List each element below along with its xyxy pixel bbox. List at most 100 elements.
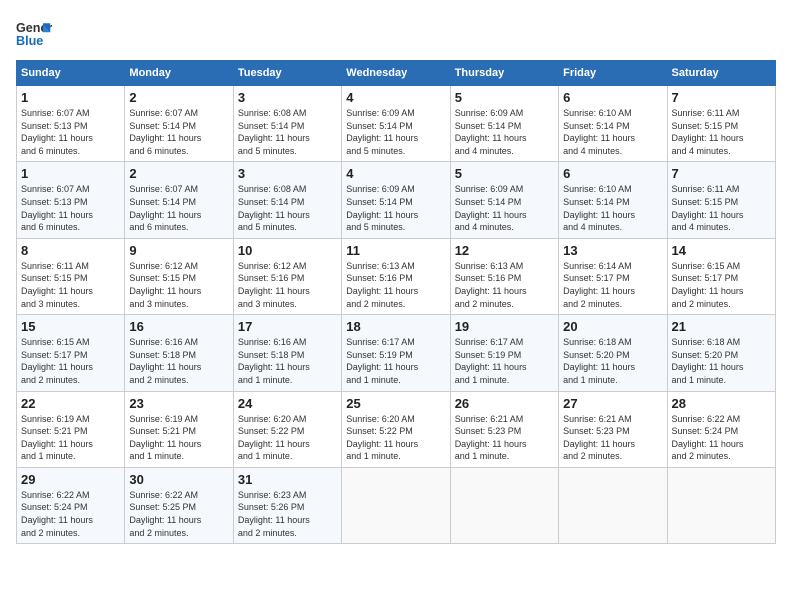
weekday-header-friday: Friday — [559, 61, 667, 86]
day-info: Sunrise: 6:07 AM Sunset: 5:14 PM Dayligh… — [129, 183, 228, 233]
calendar-week-row: 15 Sunrise: 6:15 AM Sunset: 5:17 PM Dayli… — [17, 315, 776, 391]
calendar-cell: 5 Sunrise: 6:09 AM Sunset: 5:14 PM Daylig… — [450, 162, 558, 238]
calendar-cell: 6Sunrise: 6:10 AM Sunset: 5:14 PM Daylig… — [559, 162, 667, 238]
day-info: Sunrise: 6:09 AM Sunset: 5:14 PM Dayligh… — [455, 183, 554, 233]
calendar-cell: 3 Sunrise: 6:08 AM Sunset: 5:14 PM Daylig… — [233, 86, 341, 162]
calendar-cell: 7 Sunrise: 6:11 AM Sunset: 5:15 PM Daylig… — [667, 86, 775, 162]
day-number: 4 — [346, 90, 445, 105]
calendar-cell — [342, 467, 450, 543]
calendar-cell: 5Sunrise: 6:09 AM Sunset: 5:14 PM Daylig… — [450, 86, 558, 162]
calendar-cell — [667, 467, 775, 543]
day-info: Sunrise: 6:08 AM Sunset: 5:14 PM Dayligh… — [238, 183, 337, 233]
day-info: Sunrise: 6:16 AM Sunset: 5:18 PM Dayligh… — [129, 336, 228, 386]
day-number: 1 — [21, 90, 120, 105]
calendar-week-row: 22Sunrise: 6:19 AM Sunset: 5:21 PM Dayli… — [17, 391, 776, 467]
day-number: 21 — [672, 319, 771, 334]
calendar-table: SundayMondayTuesdayWednesdayThursdayFrid… — [16, 60, 776, 544]
calendar-cell: 4 Sunrise: 6:09 AM Sunset: 5:14 PM Daylig… — [342, 162, 450, 238]
day-info: Sunrise: 6:11 AM Sunset: 5:15 PM Dayligh… — [672, 183, 771, 233]
day-number: 19 — [455, 319, 554, 334]
calendar-cell: 26Sunrise: 6:21 AM Sunset: 5:23 PM Dayli… — [450, 391, 558, 467]
day-info: Sunrise: 6:18 AM Sunset: 5:20 PM Dayligh… — [563, 336, 662, 386]
day-number: 3 — [238, 90, 337, 105]
day-number: 17 — [238, 319, 337, 334]
calendar-cell: 1Sunrise: 6:07 AM Sunset: 5:13 PM Daylig… — [17, 162, 125, 238]
weekday-header-sunday: Sunday — [17, 61, 125, 86]
calendar-cell: 27Sunrise: 6:21 AM Sunset: 5:23 PM Dayli… — [559, 391, 667, 467]
day-number: 4 — [346, 166, 445, 181]
weekday-header-saturday: Saturday — [667, 61, 775, 86]
calendar-cell: 2 Sunrise: 6:07 AM Sunset: 5:14 PM Daylig… — [125, 86, 233, 162]
day-number: 23 — [129, 396, 228, 411]
calendar-cell: 23Sunrise: 6:19 AM Sunset: 5:21 PM Dayli… — [125, 391, 233, 467]
calendar-cell: 2Sunrise: 6:07 AM Sunset: 5:14 PM Daylig… — [125, 162, 233, 238]
day-info: Sunrise: 6:15 AM Sunset: 5:17 PM Dayligh… — [21, 336, 120, 386]
day-number: 29 — [21, 472, 120, 487]
calendar-cell: 17 Sunrise: 6:16 AM Sunset: 5:18 PM Dayli… — [233, 315, 341, 391]
calendar-cell: 11Sunrise: 6:13 AM Sunset: 5:16 PM Dayli… — [342, 238, 450, 314]
day-info: Sunrise: 6:08 AM Sunset: 5:14 PM Dayligh… — [238, 107, 337, 157]
calendar-cell: 12Sunrise: 6:13 AM Sunset: 5:16 PM Dayli… — [450, 238, 558, 314]
day-info: Sunrise: 6:09 AM Sunset: 5:14 PM Dayligh… — [455, 107, 554, 157]
day-number: 12 — [455, 243, 554, 258]
day-number: 7 — [672, 166, 771, 181]
day-number: 8 — [21, 243, 120, 258]
day-info: Sunrise: 6:20 AM Sunset: 5:22 PM Dayligh… — [346, 413, 445, 463]
calendar-cell: 31Sunrise: 6:23 AM Sunset: 5:26 PM Dayli… — [233, 467, 341, 543]
weekday-header-row: SundayMondayTuesdayWednesdayThursdayFrid… — [17, 61, 776, 86]
day-info: Sunrise: 6:12 AM Sunset: 5:16 PM Dayligh… — [238, 260, 337, 310]
day-number: 5 — [455, 166, 554, 181]
day-info: Sunrise: 6:18 AM Sunset: 5:20 PM Dayligh… — [672, 336, 771, 386]
day-number: 22 — [21, 396, 120, 411]
day-info: Sunrise: 6:11 AM Sunset: 5:15 PM Dayligh… — [672, 107, 771, 157]
day-info: Sunrise: 6:16 AM Sunset: 5:18 PM Dayligh… — [238, 336, 337, 386]
day-info: Sunrise: 6:10 AM Sunset: 5:14 PM Dayligh… — [563, 183, 662, 233]
day-number: 30 — [129, 472, 228, 487]
day-number: 6 — [563, 90, 662, 105]
day-number: 11 — [346, 243, 445, 258]
day-number: 27 — [563, 396, 662, 411]
day-info: Sunrise: 6:14 AM Sunset: 5:17 PM Dayligh… — [563, 260, 662, 310]
day-info: Sunrise: 6:09 AM Sunset: 5:14 PM Dayligh… — [346, 183, 445, 233]
calendar-week-row: 8Sunrise: 6:11 AM Sunset: 5:15 PM Daylig… — [17, 238, 776, 314]
day-number: 15 — [21, 319, 120, 334]
calendar-cell: 15 Sunrise: 6:15 AM Sunset: 5:17 PM Dayli… — [17, 315, 125, 391]
calendar-cell: 22Sunrise: 6:19 AM Sunset: 5:21 PM Dayli… — [17, 391, 125, 467]
calendar-cell: 30Sunrise: 6:22 AM Sunset: 5:25 PM Dayli… — [125, 467, 233, 543]
day-info: Sunrise: 6:09 AM Sunset: 5:14 PM Dayligh… — [346, 107, 445, 157]
calendar-cell: 9Sunrise: 6:12 AM Sunset: 5:15 PM Daylig… — [125, 238, 233, 314]
day-number: 31 — [238, 472, 337, 487]
day-info: Sunrise: 6:07 AM Sunset: 5:14 PM Dayligh… — [129, 107, 228, 157]
calendar-cell: 25 Sunrise: 6:20 AM Sunset: 5:22 PM Dayli… — [342, 391, 450, 467]
day-info: Sunrise: 6:10 AM Sunset: 5:14 PM Dayligh… — [563, 107, 662, 157]
calendar-cell: 29Sunrise: 6:22 AM Sunset: 5:24 PM Dayli… — [17, 467, 125, 543]
calendar-cell — [450, 467, 558, 543]
day-number: 7 — [672, 90, 771, 105]
calendar-cell: 18Sunrise: 6:17 AM Sunset: 5:19 PM Dayli… — [342, 315, 450, 391]
day-number: 2 — [129, 90, 228, 105]
calendar-cell: 28Sunrise: 6:22 AM Sunset: 5:24 PM Dayli… — [667, 391, 775, 467]
calendar-cell: 7 Sunrise: 6:11 AM Sunset: 5:15 PM Daylig… — [667, 162, 775, 238]
svg-text:Blue: Blue — [16, 34, 43, 48]
day-number: 28 — [672, 396, 771, 411]
day-number: 26 — [455, 396, 554, 411]
day-number: 13 — [563, 243, 662, 258]
calendar-cell: 13 Sunrise: 6:14 AM Sunset: 5:17 PM Dayli… — [559, 238, 667, 314]
day-info: Sunrise: 6:17 AM Sunset: 5:19 PM Dayligh… — [455, 336, 554, 386]
calendar-cell — [559, 467, 667, 543]
day-number: 3 — [238, 166, 337, 181]
day-number: 24 — [238, 396, 337, 411]
calendar-cell: 3 Sunrise: 6:08 AM Sunset: 5:14 PM Daylig… — [233, 162, 341, 238]
day-number: 20 — [563, 319, 662, 334]
page-header: General Blue — [16, 16, 776, 52]
weekday-header-monday: Monday — [125, 61, 233, 86]
calendar-cell: 19 Sunrise: 6:17 AM Sunset: 5:19 PM Dayli… — [450, 315, 558, 391]
logo: General Blue — [16, 16, 52, 52]
day-info: Sunrise: 6:07 AM Sunset: 5:13 PM Dayligh… — [21, 107, 120, 157]
calendar-cell: 20 Sunrise: 6:18 AM Sunset: 5:20 PM Dayli… — [559, 315, 667, 391]
weekday-header-thursday: Thursday — [450, 61, 558, 86]
day-info: Sunrise: 6:15 AM Sunset: 5:17 PM Dayligh… — [672, 260, 771, 310]
calendar-week-row: 29Sunrise: 6:22 AM Sunset: 5:24 PM Dayli… — [17, 467, 776, 543]
day-number: 25 — [346, 396, 445, 411]
weekday-header-tuesday: Tuesday — [233, 61, 341, 86]
